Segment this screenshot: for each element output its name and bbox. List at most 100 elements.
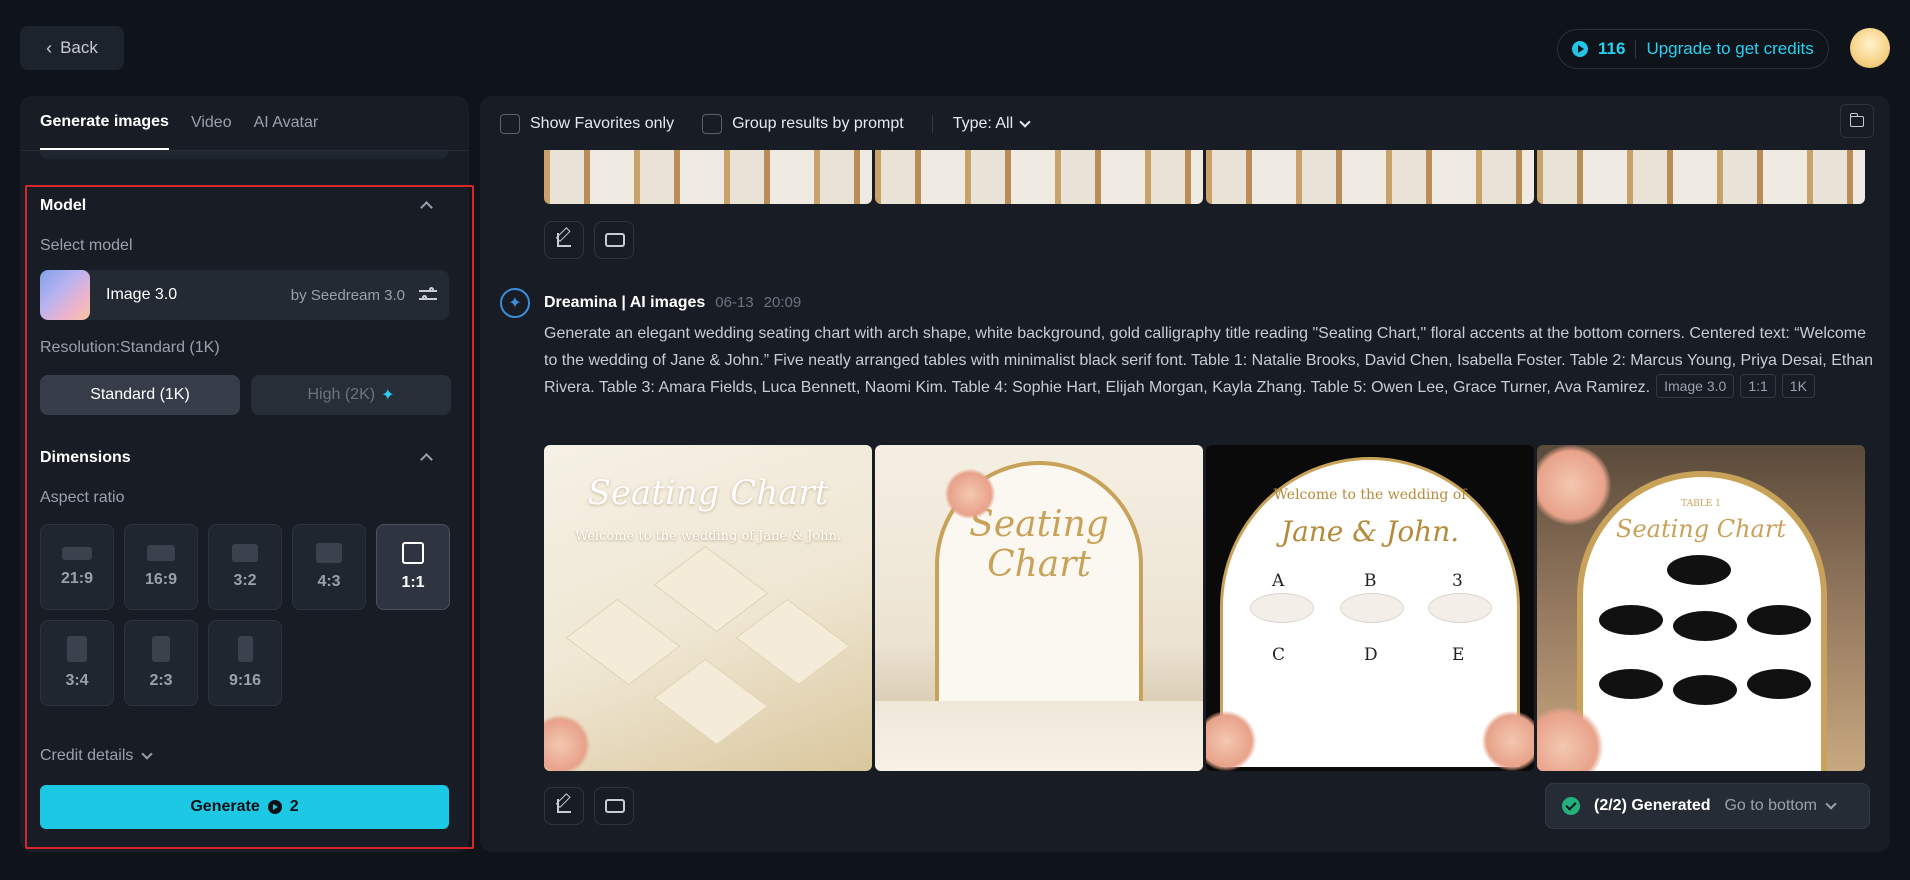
favorites-checkbox[interactable] (500, 114, 520, 134)
model-provider: by Seedream 3.0 (290, 286, 405, 304)
ratio-16-9-button[interactable]: 16:9 (124, 524, 198, 610)
credits-pill[interactable]: 116 Upgrade to get credits (1557, 29, 1829, 69)
image-subtitle: Welcome to the wedding of Jane & John. (574, 529, 842, 544)
select-model-label: Select model (40, 237, 133, 254)
ratio-label: 9:16 (228, 672, 262, 689)
ratio-3-2-button[interactable]: 3:2 (208, 524, 282, 610)
prompt-text: Generate an elegant wedding seating char… (544, 320, 1874, 401)
generate-cost: 2 (289, 798, 299, 815)
regenerate-button[interactable] (594, 787, 634, 825)
result-image-4[interactable]: TABLE 1 Seating Chart (1537, 445, 1865, 771)
table-letter: A (1272, 571, 1285, 591)
table-illustration (1747, 669, 1811, 699)
resolution-standard-button[interactable]: Standard (1K) (40, 375, 240, 415)
resolution-high-button[interactable]: High (2K) ✦ (251, 375, 451, 415)
folder-icon (1849, 112, 1864, 127)
model-selector[interactable]: Image 3.0 by Seedream 3.0 (40, 270, 449, 320)
ratio-label: 3:4 (65, 672, 89, 689)
ratio-1-1-button[interactable]: 1:1 (376, 524, 450, 610)
model-section-title: Model (40, 197, 87, 214)
result-image[interactable] (875, 150, 1203, 204)
entry-time: 20:09 (763, 294, 802, 311)
repeat-icon (605, 799, 625, 813)
table-letter: B (1364, 571, 1377, 591)
group-label: Group results by prompt (732, 115, 904, 132)
favorites-filter[interactable]: Show Favorites only (500, 114, 674, 134)
group-filter[interactable]: Group results by prompt (702, 114, 904, 134)
back-button[interactable]: ‹ Back (20, 26, 124, 70)
status-text: (2/2) Generated (1594, 797, 1711, 814)
tab-ai-avatar[interactable]: AI Avatar (254, 96, 319, 150)
result-images: Seating Chart Welcome to the wedding of … (544, 445, 1865, 771)
pencil-icon (557, 799, 571, 813)
ratio-label: 21:9 (60, 569, 94, 587)
result-image-2[interactable]: Seating Chart (875, 445, 1203, 771)
check-circle-icon (1562, 797, 1580, 815)
image-subtitle: Welcome to the wedding of (1273, 487, 1467, 503)
table-illustration (565, 598, 681, 686)
ratio-3-2-icon (232, 544, 258, 562)
settings-sliders-icon[interactable] (419, 287, 437, 302)
filter-bar: Show Favorites only Group results by pro… (500, 110, 1031, 138)
ratio-9-16-button[interactable]: 9:16 (208, 620, 282, 706)
result-image-1[interactable]: Seating Chart Welcome to the wedding of … (544, 445, 872, 771)
ratio-21-9-icon (62, 546, 92, 560)
avatar[interactable] (1850, 28, 1890, 68)
regenerate-button[interactable] (594, 221, 634, 259)
group-checkbox[interactable] (702, 114, 723, 134)
ratio-label: 2:3 (149, 672, 173, 689)
ratio-3-4-button[interactable]: 3:4 (40, 620, 114, 706)
back-label: Back (60, 38, 98, 57)
ratio-3-4-icon (67, 636, 87, 662)
resolution-label: Resolution:Standard (1K) (40, 339, 220, 356)
chevron-down-icon (1019, 116, 1031, 128)
ratio-label: 1:1 (401, 574, 425, 591)
folder-button[interactable] (1840, 104, 1874, 138)
table-illustration (1250, 593, 1314, 623)
upgrade-link[interactable]: Upgrade to get credits (1646, 39, 1813, 59)
ratio-1-1-icon (402, 542, 424, 564)
edit-prompt-button[interactable] (544, 787, 584, 825)
ratio-4-3-button[interactable]: 4:3 (292, 524, 366, 610)
model-thumbnail (40, 270, 90, 320)
flower-decoration (1482, 711, 1534, 771)
dimensions-section-title: Dimensions (40, 449, 131, 466)
credit-coin-icon (1572, 41, 1588, 57)
dreamina-logo-icon: ✦ (500, 288, 530, 318)
ratio-16-9-icon (147, 545, 175, 561)
resolution-standard-label: Standard (1K) (90, 386, 190, 403)
result-image[interactable] (1537, 150, 1865, 204)
result-image[interactable] (1206, 150, 1534, 204)
model-tag: Image 3.0 (1656, 374, 1735, 398)
tab-bar: Generate images Video AI Avatar (40, 96, 318, 150)
result-image-3[interactable]: Welcome to the wedding of Jane & John. A… (1206, 445, 1534, 771)
credit-coin-icon (267, 800, 282, 814)
tab-video[interactable]: Video (191, 96, 232, 150)
favorites-label: Show Favorites only (530, 115, 675, 132)
ratio-21-9-button[interactable]: 21:9 (40, 524, 114, 610)
ratio-2-3-button[interactable]: 2:3 (124, 620, 198, 706)
scrolled-content-edge (40, 151, 448, 159)
chevron-left-icon: ‹ (46, 37, 53, 58)
sparkle-icon: ✦ (381, 387, 395, 404)
type-label: Type: All (952, 115, 1014, 132)
credit-details-label: Credit details (40, 747, 134, 764)
aspect-ratio-label: Aspect ratio (40, 489, 125, 506)
go-to-bottom-button[interactable]: Go to bottom (1724, 797, 1837, 815)
result-image[interactable] (544, 150, 872, 204)
table-illustration (653, 545, 769, 633)
repeat-icon (605, 233, 625, 247)
generate-label: Generate (190, 798, 260, 815)
tab-generate-images[interactable]: Generate images (40, 96, 169, 150)
divider (1635, 40, 1637, 58)
table-illustration (1599, 669, 1663, 699)
image-title: Seating Chart (587, 473, 829, 513)
type-dropdown[interactable]: Type: All (952, 115, 1031, 133)
resolution-high-label: High (2K) (307, 386, 376, 403)
edit-prompt-button[interactable] (544, 221, 584, 259)
table-illustration (1340, 593, 1404, 623)
results-panel: Show Favorites only Group results by pro… (480, 96, 1890, 852)
generate-button[interactable]: Generate 2 (40, 785, 449, 829)
credit-details-toggle[interactable]: Credit details (40, 747, 154, 765)
chevron-down-icon (1825, 798, 1837, 810)
